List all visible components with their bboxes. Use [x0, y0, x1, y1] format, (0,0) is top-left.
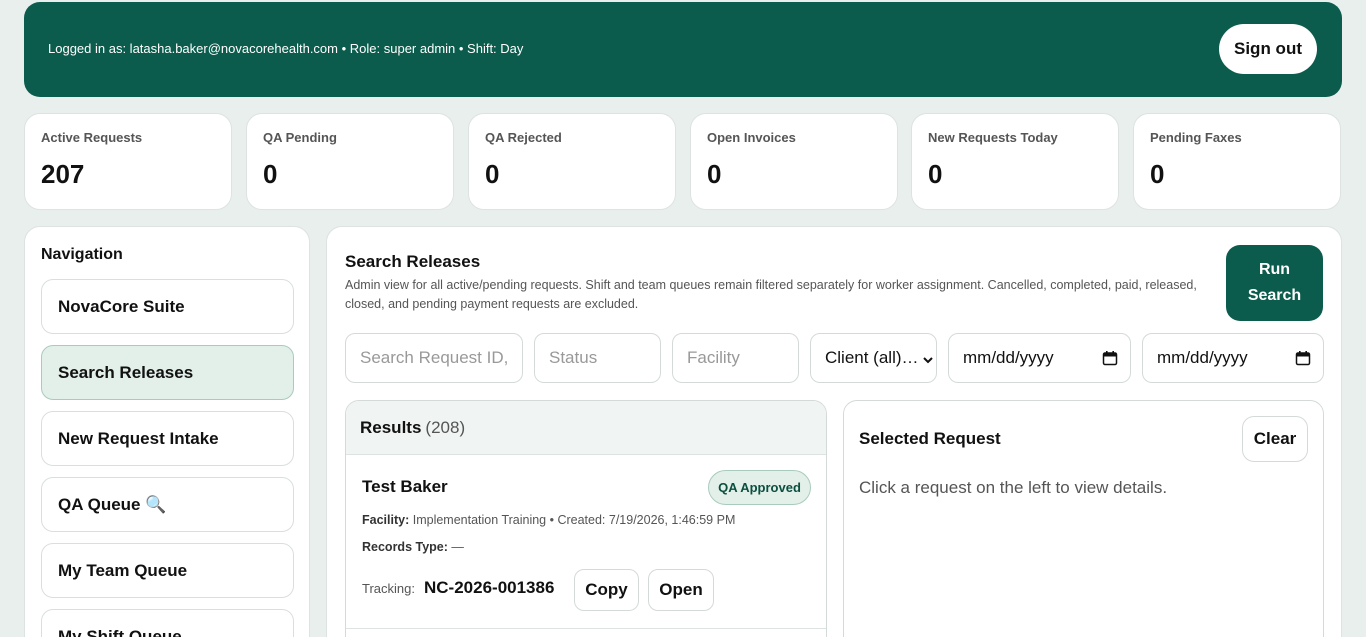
result-facility-line: Facility: Implementation Training • Crea… — [362, 513, 735, 527]
stat-label: QA Pending — [263, 130, 337, 145]
stat-value: 0 — [263, 159, 278, 189]
stat-label: Pending Faxes — [1150, 130, 1242, 145]
nav-item-new-request-intake[interactable]: New Request Intake — [41, 411, 294, 466]
selected-request-panel: Selected Request Clear Click a request o… — [843, 400, 1324, 637]
date-to-input[interactable]: mm/dd/yyyy — [1142, 333, 1324, 383]
navigation-panel: Navigation NovaCore Suite Search Release… — [24, 226, 310, 637]
results-header: Results (208) — [346, 401, 826, 455]
facility-label: Facility: — [362, 513, 410, 527]
facility-text: Implementation Training • Created: 7/19/… — [412, 513, 736, 527]
date-to-value: mm/dd/yyyy — [1157, 348, 1248, 367]
result-divider — [346, 628, 826, 629]
stat-card-new-requests-today: New Requests Today 0 — [911, 113, 1119, 210]
sign-out-button[interactable]: Sign out — [1219, 24, 1317, 74]
stat-value: 0 — [485, 159, 500, 189]
nav-item-my-team-queue[interactable]: My Team Queue — [41, 543, 294, 598]
results-panel: Results (208) Test Baker QA Approved Fac… — [345, 400, 827, 637]
result-records-line: Records Type: — — [362, 540, 464, 554]
open-button[interactable]: Open — [648, 569, 714, 611]
stat-value: 0 — [707, 159, 722, 189]
tracking-label: Tracking: — [362, 581, 415, 596]
selected-request-hint: Click a request on the left to view deta… — [859, 478, 1168, 497]
stat-card-open-invoices: Open Invoices 0 — [690, 113, 898, 210]
client-select[interactable]: Client (all)… — [810, 333, 937, 383]
result-name: Test Baker — [362, 477, 448, 496]
calendar-icon[interactable] — [1102, 350, 1118, 371]
run-search-button[interactable]: Run Search — [1226, 245, 1323, 321]
stat-value: 0 — [1150, 159, 1165, 189]
top-bar: Logged in as: latasha.baker@novacoreheal… — [24, 2, 1342, 97]
copy-button[interactable]: Copy — [574, 569, 639, 611]
search-releases-panel: Search Releases Admin view for all activ… — [326, 226, 1342, 637]
run-search-label-line2: Search — [1247, 287, 1302, 304]
tracking-number: NC-2026-001386 — [424, 578, 555, 597]
stat-card-qa-pending: QA Pending 0 — [246, 113, 454, 210]
nav-item-search-releases[interactable]: Search Releases — [41, 345, 294, 400]
selected-request-title: Selected Request — [859, 429, 1001, 448]
search-request-input[interactable]: Search Request ID, — [345, 333, 523, 383]
stat-value: 0 — [928, 159, 943, 189]
stat-value: 207 — [41, 159, 85, 189]
date-from-value: mm/dd/yyyy — [963, 348, 1054, 367]
nav-item-qa-queue[interactable]: QA Queue 🔍 — [41, 477, 294, 532]
chevron-down-icon — [922, 351, 934, 371]
stat-label: QA Rejected — [485, 130, 562, 145]
stat-label: Open Invoices — [707, 130, 796, 145]
status-input[interactable]: Status — [534, 333, 661, 383]
records-value: — — [451, 540, 464, 554]
stat-card-qa-rejected: QA Rejected 0 — [468, 113, 676, 210]
page-description: Admin view for all active/pending reques… — [345, 278, 1197, 311]
nav-item-my-shift-queue[interactable]: My Shift Queue — [41, 609, 294, 637]
nav-item-novacore-suite[interactable]: NovaCore Suite — [41, 279, 294, 334]
stat-card-active-requests: Active Requests 207 — [24, 113, 232, 210]
navigation-title: Navigation — [41, 246, 123, 263]
stat-label: Active Requests — [41, 130, 143, 145]
stat-card-pending-faxes: Pending Faxes 0 — [1133, 113, 1341, 210]
date-from-input[interactable]: mm/dd/yyyy — [948, 333, 1131, 383]
records-label: Records Type: — [362, 540, 448, 554]
page-title: Search Releases — [345, 252, 481, 271]
client-select-value: Client (all)… — [825, 348, 919, 367]
calendar-icon[interactable] — [1295, 350, 1311, 371]
run-search-label-line1: Run — [1258, 261, 1291, 278]
results-count: (208) — [425, 417, 466, 437]
clear-button[interactable]: Clear — [1242, 416, 1308, 462]
facility-input[interactable]: Facility — [672, 333, 799, 383]
status-badge: QA Approved — [708, 470, 811, 505]
stat-label: New Requests Today — [928, 130, 1058, 145]
results-title: Results — [360, 417, 422, 437]
login-info: Logged in as: latasha.baker@novacoreheal… — [48, 41, 524, 56]
